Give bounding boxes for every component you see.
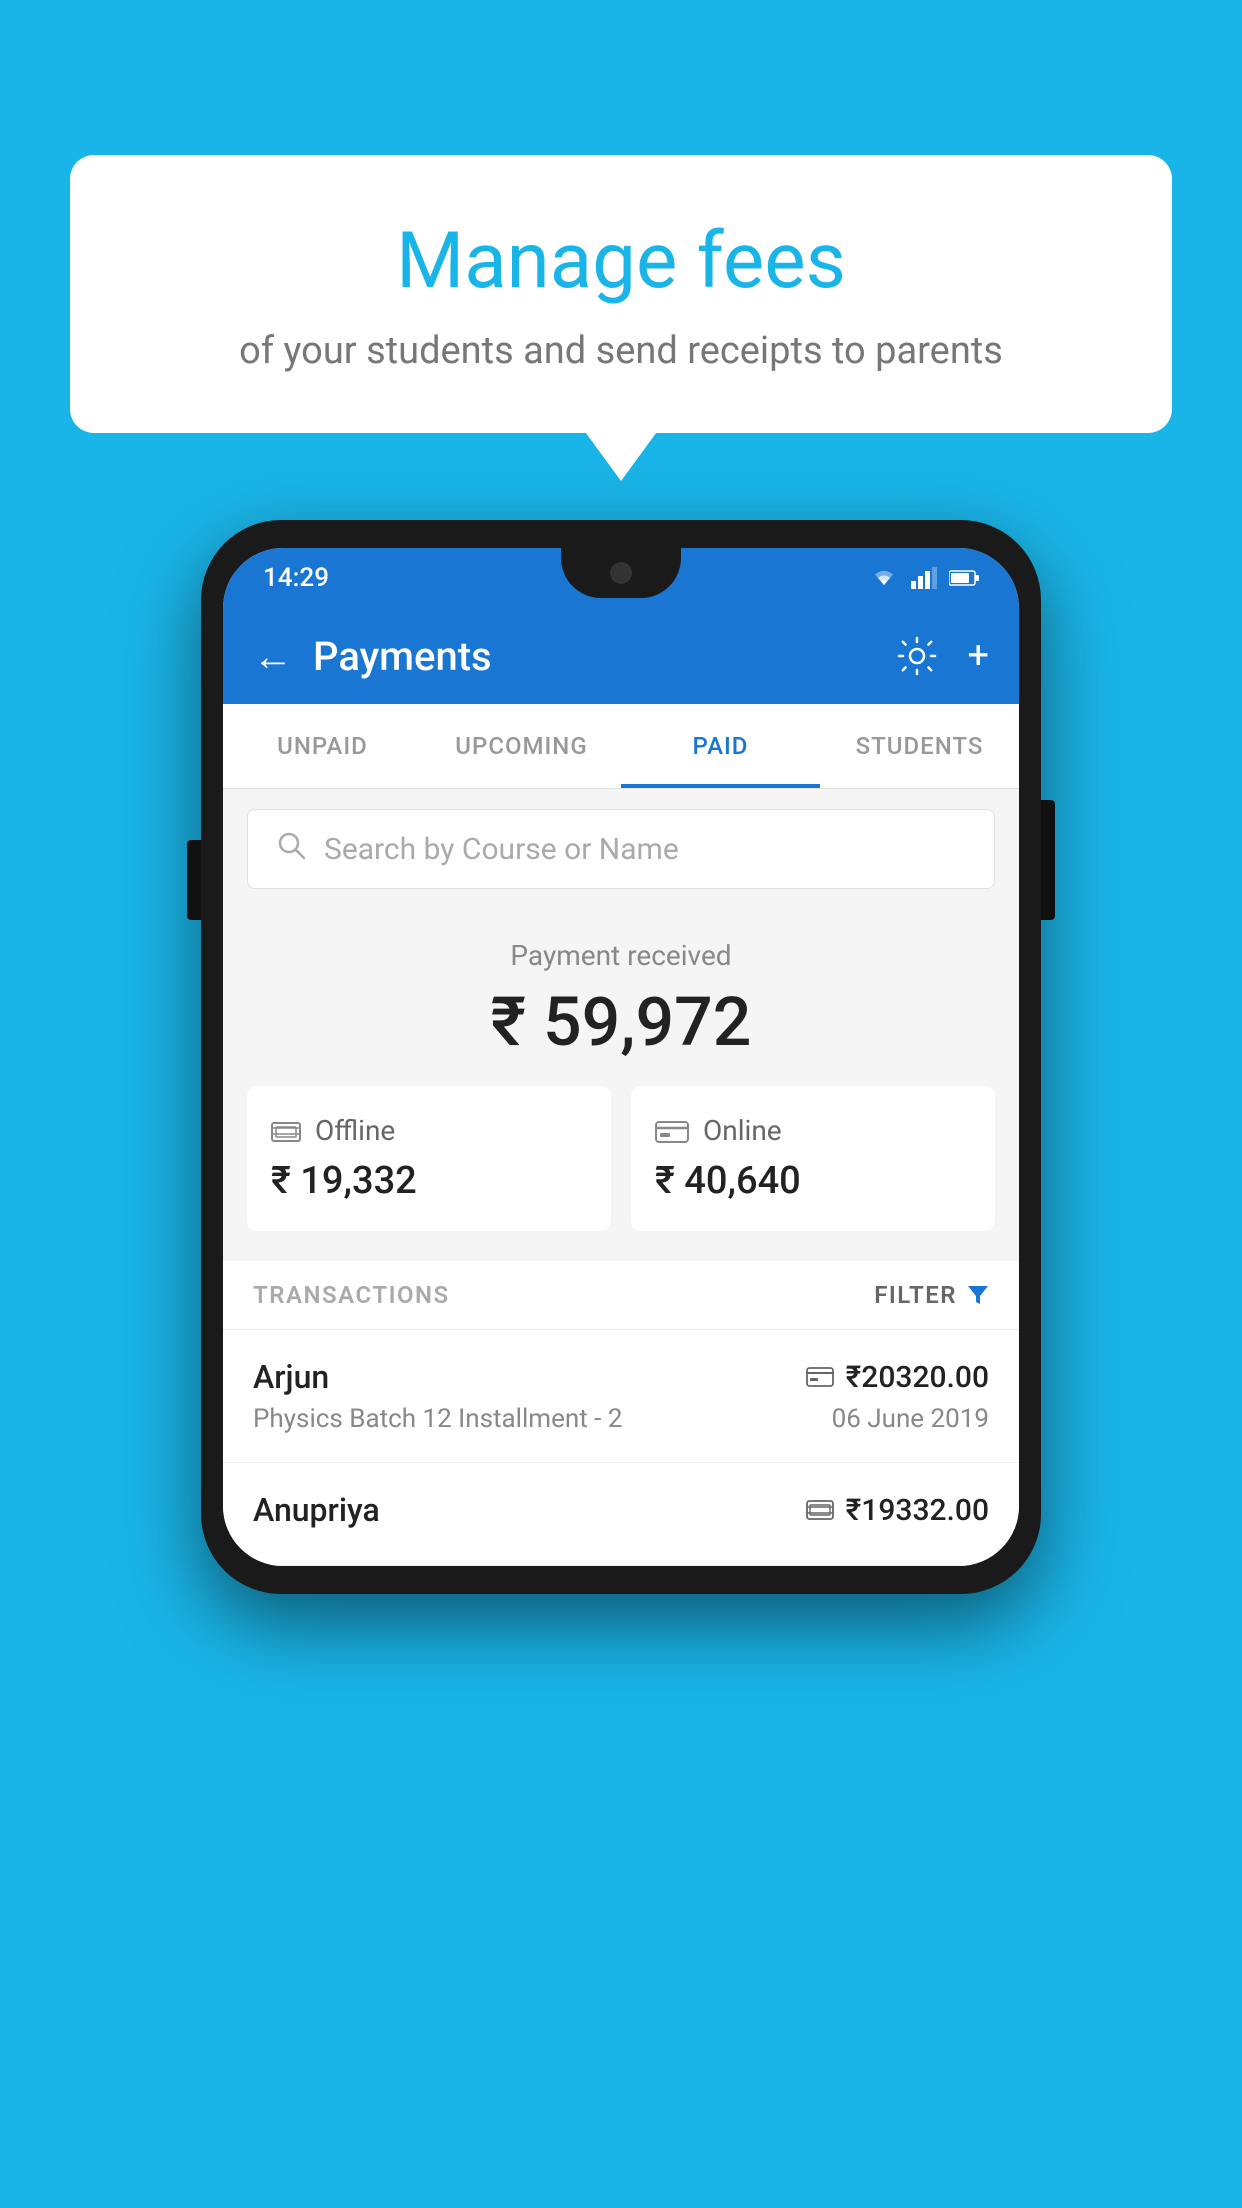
- transactions-label: TRANSACTIONS: [253, 1281, 450, 1309]
- transaction-amount-wrap: ₹19332.00: [806, 1493, 989, 1528]
- transaction-amount: ₹20320.00: [846, 1360, 989, 1395]
- tabs-container: UNPAID UPCOMING PAID STUDENTS: [223, 704, 1019, 789]
- search-icon: [276, 830, 306, 868]
- filter-button[interactable]: FILTER: [874, 1281, 989, 1309]
- app-bar: ← Payments +: [223, 608, 1019, 704]
- filter-label: FILTER: [874, 1281, 957, 1309]
- online-icon: [655, 1118, 689, 1144]
- transaction-name: Arjun: [253, 1358, 329, 1396]
- status-bar: 14:29: [223, 548, 1019, 608]
- notch: [561, 548, 681, 598]
- online-card: Online ₹ 40,640: [631, 1086, 995, 1231]
- speech-bubble-subtitle: of your students and send receipts to pa…: [150, 329, 1092, 373]
- transaction-row-top: Anupriya ₹19332.00: [253, 1491, 989, 1529]
- tab-upcoming[interactable]: UPCOMING: [422, 704, 621, 788]
- payment-type-icon: [806, 1499, 834, 1521]
- tab-unpaid[interactable]: UNPAID: [223, 704, 422, 788]
- camera-dot: [610, 562, 632, 584]
- payment-received-amount: ₹ 59,972: [223, 982, 1019, 1062]
- search-bar[interactable]: Search by Course or Name: [247, 809, 995, 889]
- wifi-icon: [869, 567, 899, 589]
- online-label: Online: [703, 1114, 782, 1147]
- add-button[interactable]: +: [967, 634, 989, 678]
- offline-amount: ₹ 19,332: [271, 1159, 587, 1203]
- payment-type-icon: [806, 1366, 834, 1388]
- settings-icon[interactable]: [895, 634, 939, 678]
- filter-icon: [967, 1284, 989, 1306]
- phone-screen: 14:29: [223, 548, 1019, 1566]
- offline-card: Offline ₹ 19,332: [247, 1086, 611, 1231]
- transaction-row-top: Arjun ₹20320.00: [253, 1358, 989, 1396]
- app-bar-title: Payments: [313, 633, 875, 680]
- transaction-date: 06 June 2019: [832, 1404, 989, 1434]
- search-container: Search by Course or Name: [223, 789, 1019, 909]
- transaction-amount: ₹19332.00: [846, 1493, 989, 1528]
- offline-card-header: Offline: [271, 1114, 587, 1147]
- status-icons: [869, 567, 979, 589]
- app-bar-actions: +: [895, 634, 989, 678]
- phone-container: 14:29: [201, 520, 1041, 1594]
- back-button[interactable]: ←: [253, 633, 293, 680]
- offline-label: Offline: [315, 1114, 395, 1147]
- payment-cards: Offline ₹ 19,332 Online ₹ 40,640: [223, 1086, 1019, 1261]
- payment-received-label: Payment received: [223, 939, 1019, 972]
- transactions-header: TRANSACTIONS FILTER: [223, 1261, 1019, 1330]
- search-placeholder: Search by Course or Name: [324, 832, 679, 867]
- transaction-row[interactable]: Arjun ₹20320.00 Physics Batch 12 Install…: [223, 1330, 1019, 1463]
- speech-bubble-container: Manage fees of your students and send re…: [70, 155, 1172, 433]
- tab-students[interactable]: STUDENTS: [820, 704, 1019, 788]
- transaction-row-bottom: Physics Batch 12 Installment - 2 06 June…: [253, 1404, 989, 1434]
- signal-icon: [911, 567, 937, 589]
- online-card-header: Online: [655, 1114, 971, 1147]
- status-time: 14:29: [263, 563, 329, 593]
- transaction-amount-wrap: ₹20320.00: [806, 1360, 989, 1395]
- payment-received-section: Payment received ₹ 59,972: [223, 909, 1019, 1086]
- tab-paid[interactable]: PAID: [621, 704, 820, 788]
- transaction-name: Anupriya: [253, 1491, 380, 1529]
- phone-outer: 14:29: [201, 520, 1041, 1594]
- transaction-row[interactable]: Anupriya ₹19332.00: [223, 1463, 1019, 1566]
- speech-bubble-title: Manage fees: [150, 215, 1092, 309]
- transaction-desc: Physics Batch 12 Installment - 2: [253, 1404, 622, 1434]
- online-amount: ₹ 40,640: [655, 1159, 971, 1203]
- battery-icon: [949, 569, 979, 587]
- offline-icon: [271, 1118, 301, 1144]
- speech-bubble: Manage fees of your students and send re…: [70, 155, 1172, 433]
